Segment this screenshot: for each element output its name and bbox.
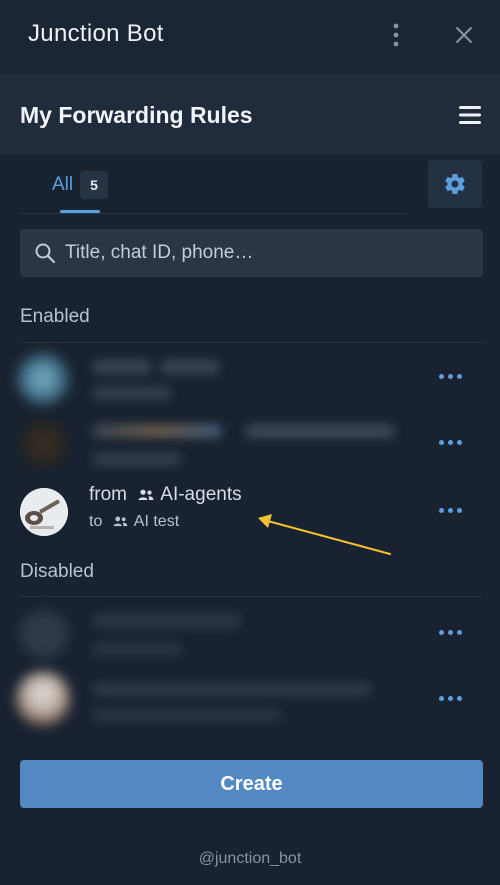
blurred-text	[245, 424, 395, 438]
blurred-text	[92, 682, 372, 696]
more-options-icon[interactable]	[438, 628, 464, 638]
section-divider	[20, 596, 483, 597]
blurred-text	[92, 360, 152, 374]
page-title: My Forwarding Rules	[20, 102, 253, 128]
from-chat-title: AI-agents	[160, 484, 242, 505]
settings-button[interactable]	[428, 160, 482, 208]
page-header: My Forwarding Rules	[0, 75, 500, 155]
blurred-text	[92, 642, 182, 656]
blurred-text	[92, 424, 222, 438]
section-label-disabled: Disabled	[20, 561, 94, 582]
avatar	[20, 420, 68, 468]
rule-row-blurred[interactable]	[0, 412, 500, 476]
rule-row-blurred[interactable]	[0, 346, 500, 410]
search-icon	[35, 243, 56, 264]
avatar	[20, 610, 68, 658]
blurred-text	[92, 614, 242, 628]
tab-all-label: All	[52, 174, 74, 195]
section-divider	[20, 342, 483, 343]
tab-all-count-badge: 5	[80, 171, 108, 199]
group-icon	[113, 516, 128, 527]
key-image	[20, 488, 68, 536]
avatar	[20, 488, 68, 536]
hamburger-menu-icon[interactable]	[456, 103, 486, 127]
section-label-enabled: Enabled	[20, 306, 90, 327]
gear-icon	[445, 174, 465, 195]
more-options-icon[interactable]	[438, 506, 464, 516]
search-input[interactable]	[65, 229, 465, 277]
rule-source: from AI-agents	[89, 484, 242, 506]
group-icon	[138, 489, 154, 500]
annotation-arrow	[258, 514, 391, 555]
more-options-icon[interactable]	[438, 372, 464, 382]
blurred-text	[92, 452, 182, 466]
more-options-icon[interactable]	[438, 694, 464, 704]
active-tab-indicator	[60, 210, 100, 213]
to-prefix: to	[89, 513, 103, 530]
to-chat-title: AI test	[133, 513, 180, 530]
rule-destination: to AI test	[89, 513, 179, 531]
avatar	[16, 672, 70, 726]
kebab-vertical-icon[interactable]	[385, 20, 407, 50]
bot-handle: @junction_bot	[198, 850, 302, 867]
close-icon[interactable]	[450, 20, 478, 50]
blurred-text	[92, 386, 172, 400]
from-prefix: from	[89, 484, 127, 505]
create-button[interactable]: Create	[20, 760, 483, 808]
app-title: Junction Bot	[28, 20, 164, 47]
search-box	[20, 229, 483, 277]
more-options-icon[interactable]	[438, 438, 464, 448]
blurred-text	[92, 708, 282, 722]
filter-tabs: All 5	[20, 160, 406, 214]
avatar	[16, 352, 70, 406]
rule-row-blurred[interactable]	[0, 668, 500, 732]
blurred-text	[160, 360, 220, 374]
window-titlebar: Junction Bot	[0, 0, 500, 75]
tab-all[interactable]: All 5	[52, 160, 112, 214]
rule-row-blurred[interactable]	[0, 602, 500, 666]
